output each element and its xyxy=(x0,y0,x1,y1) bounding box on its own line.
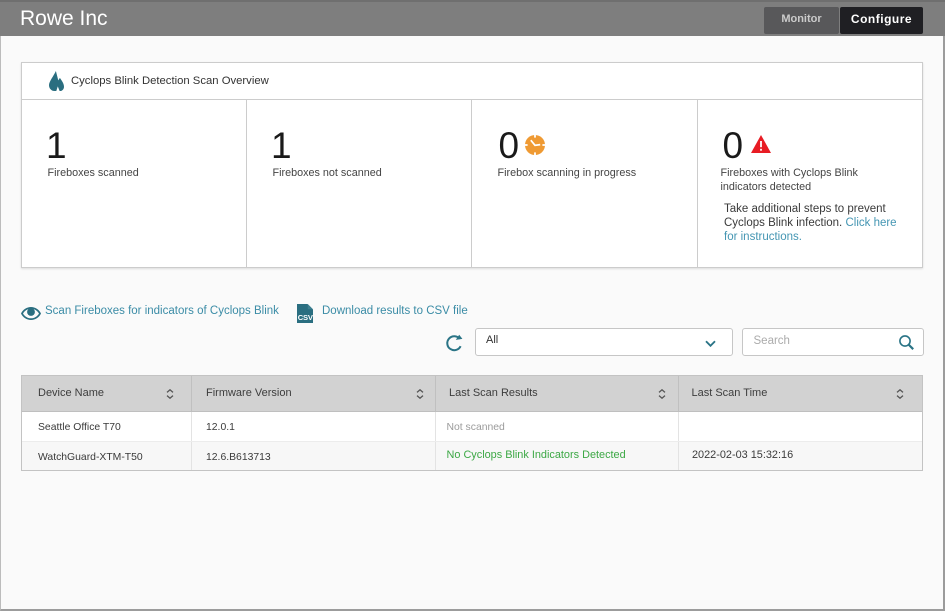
svg-text:CSV: CSV xyxy=(298,313,313,322)
